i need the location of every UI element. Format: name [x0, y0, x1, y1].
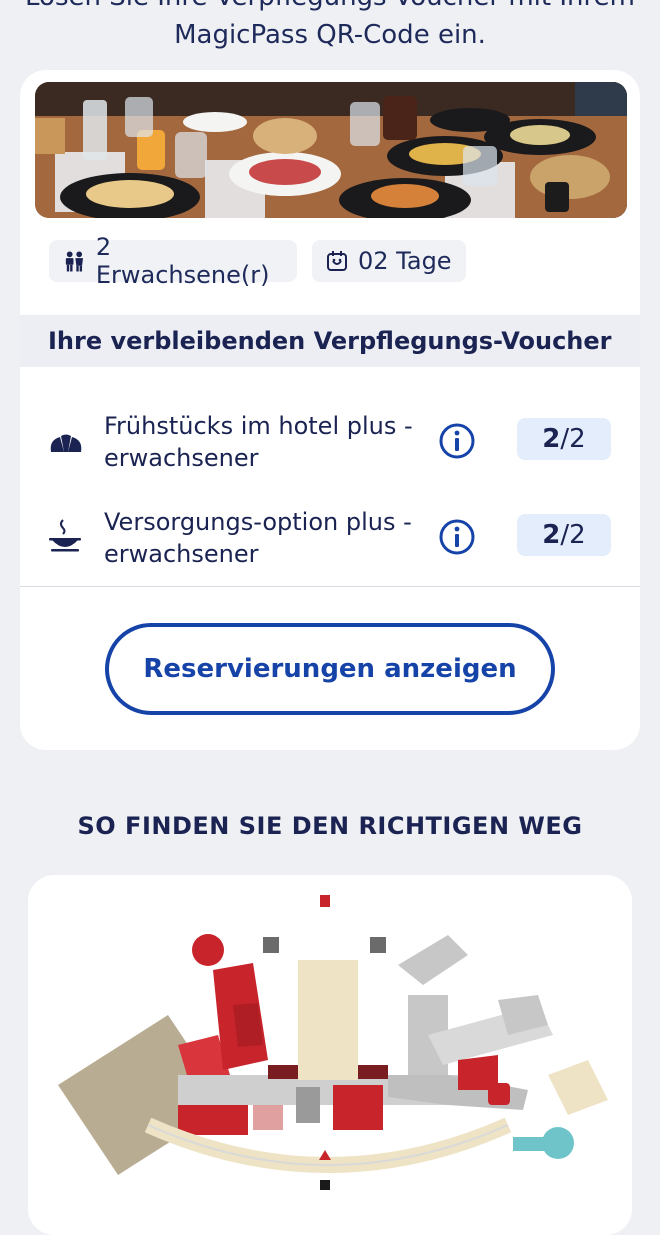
voucher-remaining: 2 [542, 424, 561, 454]
restaurant-photo [35, 82, 627, 218]
meal-plan-card: 2 Erwachsene(r) 02 Tage Ihre verbleibend… [20, 70, 640, 750]
voucher-row: Versorgungs-option plus - erwachsener 2/… [20, 506, 640, 586]
days-count: 02 Tage [358, 247, 452, 275]
croissant-icon [50, 434, 82, 452]
voucher-remaining: 2 [542, 520, 561, 550]
vouchers-title: Ihre verbleibenden Verpflegungs-Voucher [20, 315, 640, 367]
info-icon[interactable] [438, 422, 476, 460]
hot-dish-icon [49, 519, 81, 552]
guests-count: 2 Erwachsene(r) [95, 233, 270, 289]
people-icon [65, 251, 84, 272]
voucher-total: /2 [560, 424, 586, 454]
show-reservations-button[interactable]: Reservierungen anzeigen [105, 623, 555, 715]
voucher-count: 2/2 [517, 418, 611, 460]
voucher-label: Frühstücks im hotel plus - erwachsener [104, 412, 413, 472]
voucher-total: /2 [560, 520, 586, 550]
voucher-label: Versorgungs-option plus - erwachsener [104, 508, 412, 568]
calendar-icon [327, 251, 347, 271]
hotel-floor-map[interactable] [28, 875, 632, 1235]
intro-line-1: Lösen Sie Ihre Verpflegungs-Voucher mit … [0, 0, 660, 16]
divider [20, 586, 640, 587]
wayfinding-title: SO FINDEN SIE DEN RICHTIGEN WEG [77, 812, 583, 840]
days-tag: 02 Tage [312, 240, 466, 282]
guests-tag: 2 Erwachsene(r) [49, 233, 297, 289]
intro-text: Lösen Sie Ihre Verpflegungs-Voucher mit … [0, 0, 660, 54]
voucher-row: Frühstücks im hotel plus - erwachsener 2… [20, 410, 640, 490]
hotel-map-card [28, 875, 632, 1235]
intro-line-2: MagicPass QR-Code ein. [174, 20, 486, 50]
voucher-count: 2/2 [517, 514, 611, 556]
info-icon[interactable] [438, 518, 476, 556]
